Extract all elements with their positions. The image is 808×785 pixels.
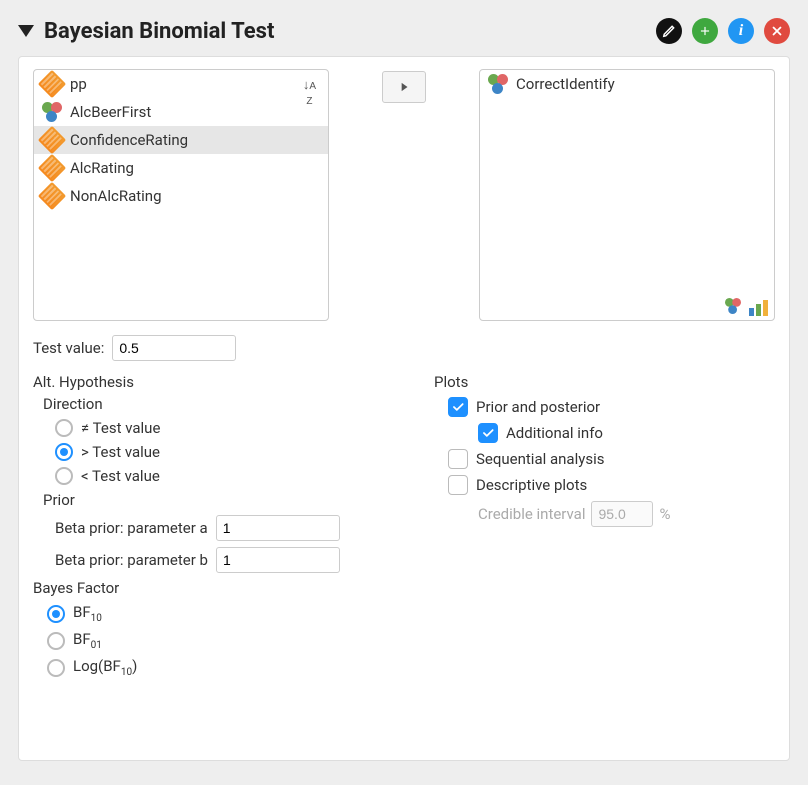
check-descriptive-label: Descriptive plots bbox=[476, 476, 587, 494]
beta-b-label: Beta prior: parameter b bbox=[55, 551, 208, 569]
check-sequential-label: Sequential analysis bbox=[476, 450, 604, 468]
check-sequential[interactable]: Sequential analysis bbox=[448, 449, 775, 469]
variable-label: pp bbox=[70, 75, 87, 93]
credible-interval-suffix: % bbox=[659, 505, 670, 523]
variable-label: ConfidenceRating bbox=[70, 131, 188, 149]
radio-ne-label: ≠ Test value bbox=[81, 419, 160, 437]
variable-item[interactable]: CorrectIdentify bbox=[480, 70, 774, 98]
radio-logbf-label: Log(BF10) bbox=[73, 657, 137, 678]
variable-label: NonAlcRating bbox=[70, 187, 162, 205]
target-variables-list[interactable]: CorrectIdentify bbox=[479, 69, 775, 321]
variable-item[interactable]: pp bbox=[34, 70, 328, 98]
variable-item[interactable]: NonAlcRating bbox=[34, 182, 328, 210]
radio-logbf[interactable]: Log(BF10) bbox=[47, 657, 374, 678]
nominal-type-icon bbox=[725, 298, 741, 314]
beta-b-input[interactable] bbox=[216, 547, 340, 573]
ordinal-type-icon bbox=[749, 300, 768, 316]
bayes-factor-label: Bayes Factor bbox=[33, 579, 374, 597]
scale-icon bbox=[38, 70, 66, 98]
alt-hypothesis-label: Alt. Hypothesis bbox=[33, 373, 374, 391]
credible-interval-label: Credible interval bbox=[478, 505, 585, 523]
section-toggle-icon[interactable] bbox=[18, 25, 34, 37]
move-right-button[interactable] bbox=[382, 71, 426, 103]
radio-bf01-label: BF01 bbox=[73, 630, 102, 651]
nominal-icon bbox=[42, 102, 62, 122]
nominal-icon bbox=[488, 74, 508, 94]
plots-label: Plots bbox=[434, 373, 775, 391]
variable-label: AlcBeerFirst bbox=[70, 103, 151, 121]
radio-ne-test-value[interactable]: ≠ Test value bbox=[55, 419, 374, 437]
scale-icon bbox=[38, 126, 66, 154]
prior-label: Prior bbox=[43, 491, 374, 509]
credible-interval-input bbox=[591, 501, 653, 527]
radio-lt-test-value[interactable]: < Test value bbox=[55, 467, 374, 485]
radio-gt-test-value[interactable]: > Test value bbox=[55, 443, 374, 461]
variable-label: AlcRating bbox=[70, 159, 134, 177]
check-prior-posterior-label: Prior and posterior bbox=[476, 398, 600, 416]
scale-icon bbox=[38, 182, 66, 210]
variable-label: CorrectIdentify bbox=[516, 75, 615, 93]
test-value-label: Test value: bbox=[33, 339, 104, 357]
variable-item[interactable]: AlcRating bbox=[34, 154, 328, 182]
beta-a-input[interactable] bbox=[216, 515, 340, 541]
edit-icon[interactable] bbox=[656, 18, 682, 44]
scale-icon bbox=[38, 154, 66, 182]
radio-gt-label: > Test value bbox=[81, 443, 160, 461]
test-value-input[interactable] bbox=[112, 335, 236, 361]
direction-label: Direction bbox=[43, 395, 374, 413]
check-descriptive[interactable]: Descriptive plots bbox=[448, 475, 775, 495]
beta-a-label: Beta prior: parameter a bbox=[55, 519, 208, 537]
variable-item[interactable]: AlcBeerFirst bbox=[34, 98, 328, 126]
add-icon[interactable] bbox=[692, 18, 718, 44]
variable-item[interactable]: ConfidenceRating bbox=[34, 126, 328, 154]
check-additional-info-label: Additional info bbox=[506, 424, 603, 442]
info-icon[interactable]: i bbox=[728, 18, 754, 44]
radio-bf01[interactable]: BF01 bbox=[47, 630, 374, 651]
radio-bf10-label: BF10 bbox=[73, 603, 102, 624]
radio-lt-label: < Test value bbox=[81, 467, 160, 485]
available-variables-list[interactable]: ↓AZ ppAlcBeerFirstConfidenceRatingAlcRat… bbox=[33, 69, 329, 321]
panel-title: Bayesian Binomial Test bbox=[44, 19, 274, 44]
radio-bf10[interactable]: BF10 bbox=[47, 603, 374, 624]
close-icon[interactable] bbox=[764, 18, 790, 44]
check-prior-posterior[interactable]: Prior and posterior bbox=[448, 397, 775, 417]
check-additional-info[interactable]: Additional info bbox=[478, 423, 775, 443]
